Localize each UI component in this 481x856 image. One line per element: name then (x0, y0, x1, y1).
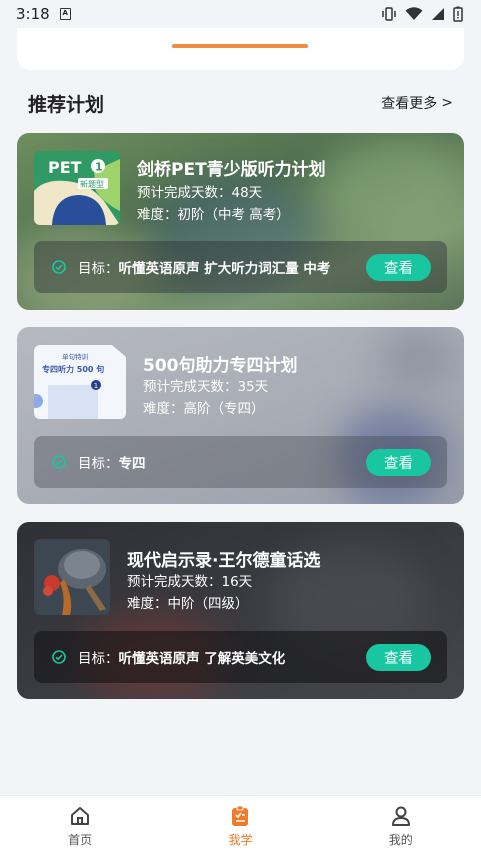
pet-cover-art: PET 1 新题型 (34, 151, 120, 225)
target-icon (52, 260, 66, 274)
plan-title: 剑桥PET青少版听力计划 (137, 160, 326, 180)
cover-line-2: 专四听力 500 句 (42, 364, 104, 374)
app-notification-icon: A (59, 8, 71, 20)
nav-label: 我的 (388, 832, 413, 847)
nav-label: 首页 (68, 832, 93, 847)
target-icon (52, 455, 66, 469)
cover-number: 1 (94, 382, 98, 390)
goal-text: 听懂英语原声 扩大听力词汇量 中考 (118, 261, 331, 277)
section-title: 推荐计划 (28, 93, 105, 116)
profile-icon (391, 806, 410, 826)
wifi-icon (405, 7, 423, 20)
plan-goal-bar: 目标： 专四 查看 (34, 436, 447, 488)
cover-art: 单句特训 专四听力 500 句 1 (34, 345, 126, 419)
goal-label: 目标： (78, 651, 119, 667)
target-icon (52, 650, 66, 664)
plan-days: 预计完成天数：16天 (127, 574, 253, 590)
plan-card[interactable]: 单句特训 专四听力 500 句 1 500句助力专四计划 预计完成天数：35天 … (17, 327, 464, 504)
nav-label: 我学 (228, 832, 253, 847)
status-time: 3:18 (16, 5, 50, 23)
see-more-link[interactable]: 查看更多 > (381, 93, 453, 113)
cover-line-1: 单句特训 (62, 352, 88, 361)
plan-level: 难度：初阶（中考 高考） (137, 207, 290, 223)
view-plan-button[interactable]: 查看 (366, 253, 431, 281)
status-bar: 3:18 A (0, 0, 481, 28)
view-plan-button[interactable]: 查看 (366, 448, 431, 476)
goal-text: 专四 (118, 456, 146, 472)
plan-card[interactable]: 现代启示录·王尔德童话选 预计完成天数：16天 难度：中阶（四级） 目标： 听懂… (17, 522, 464, 699)
plan-cover-image: 单句特训 专四听力 500 句 1 (34, 345, 126, 419)
goal-label: 目标： (78, 261, 119, 277)
home-icon (71, 806, 90, 825)
recommended-plans-header: 推荐计划 查看更多 > (28, 88, 453, 118)
plan-days: 预计完成天数：48天 (137, 185, 263, 201)
plan-goal-bar: 目标： 听懂英语原声 扩大听力词汇量 中考 查看 (34, 241, 447, 293)
cover-badge-number: 1 (95, 161, 103, 174)
plan-card[interactable]: PET 1 新题型 剑桥PET青少版听力计划 预计完成天数：48天 难度：初阶（… (17, 133, 464, 310)
plan-title: 现代启示录·王尔德童话选 (127, 551, 321, 571)
signal-icon (432, 8, 444, 20)
view-plan-button[interactable]: 查看 (366, 643, 431, 671)
plan-level: 难度：高阶（专四） (143, 401, 265, 417)
vibrate-icon (382, 7, 396, 21)
cover-subtitle: 新题型 (80, 179, 104, 189)
bottom-navigation: 首页 我学 我的 (0, 795, 481, 856)
cover-art (34, 539, 110, 615)
plan-cover-image (34, 539, 110, 615)
progress-bar (172, 44, 308, 48)
battery-icon (453, 6, 463, 22)
plan-days: 预计完成天数：35天 (143, 379, 269, 395)
nav-item-profile[interactable]: 我的 (351, 805, 451, 848)
goal-label: 目标： (78, 456, 119, 472)
nav-item-study[interactable]: 我学 (190, 805, 290, 848)
plan-title: 500句助力专四计划 (143, 356, 298, 376)
plan-goal-bar: 目标： 听懂英语原声 了解英美文化 查看 (34, 631, 447, 683)
cover-badge: PET (48, 158, 82, 177)
study-list-icon (232, 805, 249, 826)
previous-card (17, 28, 464, 70)
plan-level: 难度：中阶（四级） (127, 596, 249, 612)
plan-cover-image: PET 1 新题型 (34, 151, 120, 225)
chevron-right-icon: > (441, 95, 453, 111)
goal-text: 听懂英语原声 了解英美文化 (118, 651, 286, 667)
nav-item-home[interactable]: 首页 (30, 805, 130, 848)
see-more-label: 查看更多 (381, 96, 438, 112)
